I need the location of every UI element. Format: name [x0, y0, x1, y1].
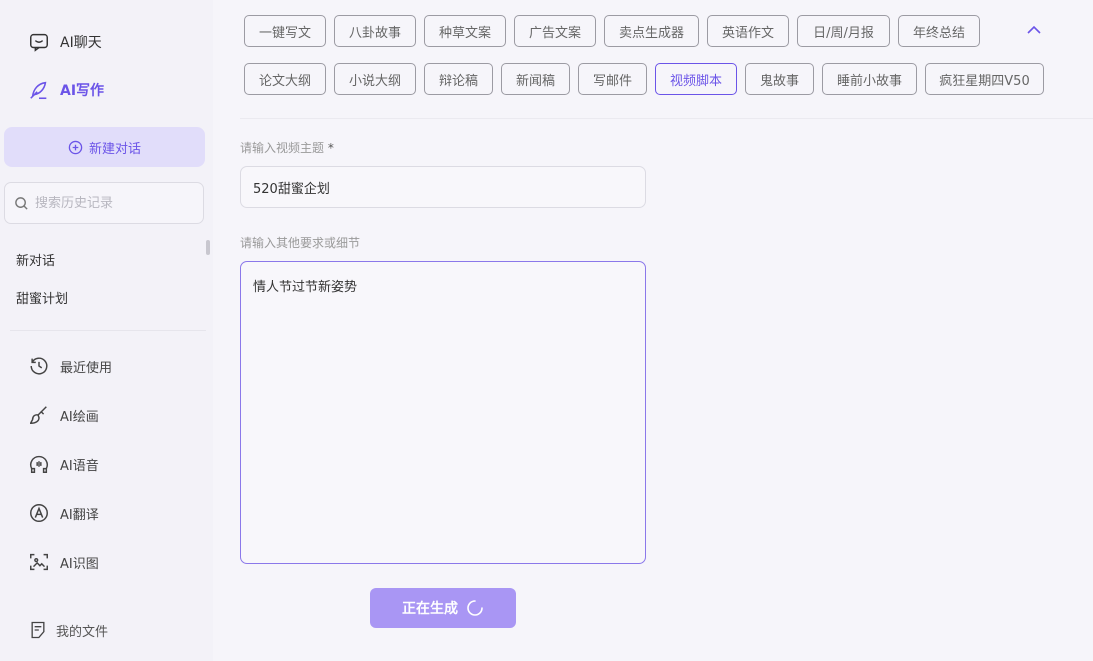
history-scrollbar[interactable]	[206, 240, 210, 255]
required-mark: *	[327, 141, 334, 155]
nav-ai-write[interactable]: AI写作	[28, 79, 104, 101]
translate-icon	[30, 504, 48, 522]
plus-circle-icon	[68, 140, 83, 154]
tool-recent-label: 最近使用	[60, 360, 113, 376]
detail-label: 请输入其他要求或细节	[240, 236, 361, 250]
history-item[interactable]: 新对话	[16, 250, 55, 269]
tag-write-one-click[interactable]: 一键写文	[244, 15, 326, 47]
video-topic-input[interactable]	[240, 166, 646, 208]
history-divider	[10, 330, 206, 331]
tag-gossip[interactable]: 八卦故事	[334, 15, 416, 47]
tag-recommend-copy[interactable]: 种草文案	[424, 15, 506, 47]
tool-ai-paint[interactable]: AI绘画	[28, 404, 99, 426]
nav-ai-chat[interactable]: AI聊天	[28, 31, 102, 53]
topic-label: 请输入视频主题 *	[240, 139, 334, 156]
brush-icon	[30, 406, 47, 424]
chevron-up-icon[interactable]	[1024, 20, 1044, 40]
tag-novel-outline[interactable]: 小说大纲	[334, 63, 416, 95]
history-item[interactable]: 甜蜜计划	[16, 288, 68, 307]
tag-news[interactable]: 新闻稿	[501, 63, 570, 95]
tag-crazy-thursday[interactable]: 疯狂星期四V50	[925, 63, 1044, 95]
history-search-input[interactable]	[35, 195, 185, 211]
new-chat-label: 新建对话	[88, 141, 141, 157]
search-icon	[15, 196, 28, 210]
generate-button-label: 正在生成	[402, 601, 458, 617]
new-chat-button[interactable]: 新建对话	[4, 127, 205, 167]
feather-pen-icon	[30, 81, 47, 100]
tag-year-summary[interactable]: 年终总结	[898, 15, 980, 47]
chat-bubble-icon	[30, 33, 48, 52]
clock-icon	[30, 357, 48, 375]
nav-ai-write-label: AI写作	[60, 83, 105, 99]
generate-button[interactable]: 正在生成	[370, 588, 516, 628]
sidebar: AI聊天 AI写作 新建对话 新对话 甜蜜计划	[0, 0, 213, 661]
tag-thesis-outline[interactable]: 论文大纲	[244, 63, 326, 95]
tag-video-script[interactable]: 视频脚本	[655, 63, 737, 95]
my-files[interactable]: 我的文件	[28, 620, 108, 640]
tool-ai-recognize[interactable]: AI识图	[28, 551, 99, 573]
my-files-label: 我的文件	[56, 624, 109, 640]
tool-ai-translate[interactable]: AI翻译	[28, 502, 99, 524]
scan-image-icon	[30, 553, 48, 571]
nav-ai-chat-label: AI聊天	[60, 35, 102, 51]
history-list: 新对话 甜蜜计划	[0, 236, 213, 330]
tag-selling-points[interactable]: 卖点生成器	[604, 15, 699, 47]
tool-ai-voice-label: AI语音	[60, 458, 99, 474]
tag-english-essay[interactable]: 英语作文	[707, 15, 789, 47]
topic-label-text: 请输入视频主题	[240, 141, 325, 155]
tag-ad-copy[interactable]: 广告文案	[514, 15, 596, 47]
voice-icon	[30, 455, 48, 473]
details-textarea[interactable]: 情人节过节新姿势	[240, 261, 646, 564]
tag-debate[interactable]: 辩论稿	[424, 63, 493, 95]
tags-divider	[240, 118, 1093, 119]
file-icon	[31, 621, 45, 639]
loading-spinner-icon	[467, 600, 483, 616]
tag-bedtime-story[interactable]: 睡前小故事	[822, 63, 917, 95]
tag-ghost-story[interactable]: 鬼故事	[745, 63, 814, 95]
tag-email[interactable]: 写邮件	[578, 63, 647, 95]
tag-report[interactable]: 日/周/月报	[797, 15, 890, 47]
tool-ai-recognize-label: AI识图	[60, 556, 99, 572]
tool-recent[interactable]: 最近使用	[28, 355, 112, 377]
history-search	[4, 182, 204, 224]
tool-ai-voice[interactable]: AI语音	[28, 453, 99, 475]
tool-ai-paint-label: AI绘画	[60, 409, 99, 425]
tool-ai-translate-label: AI翻译	[60, 507, 99, 523]
